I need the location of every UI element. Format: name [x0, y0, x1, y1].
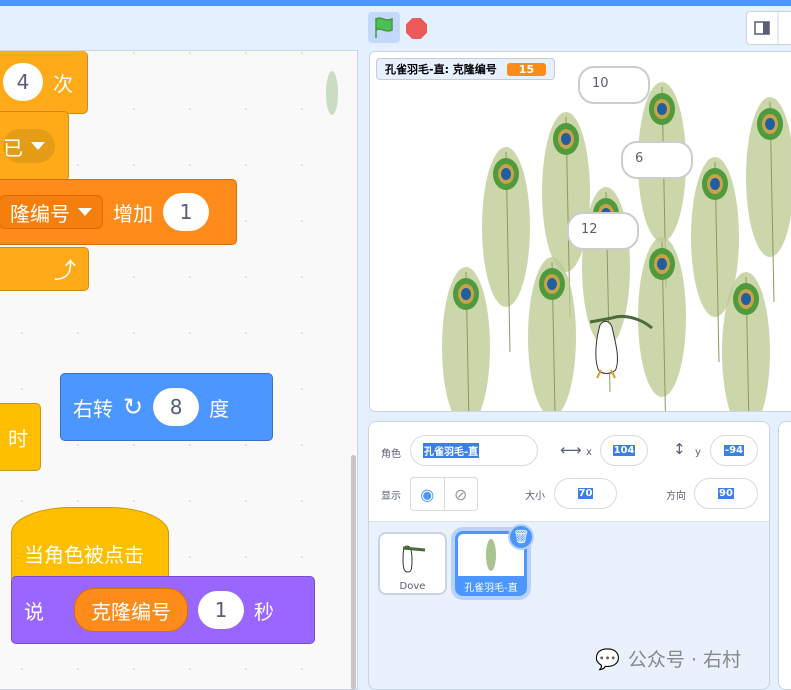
peacock-feather	[442, 267, 490, 411]
show-label: 显示	[381, 491, 401, 502]
stop-block[interactable]: 已	[0, 111, 69, 181]
say-block[interactable]: 说 克隆编号 1 秒	[11, 576, 315, 644]
when-sprite-clicked-block[interactable]: 当角色被点击	[11, 507, 169, 582]
repeat-count-input[interactable]: 4	[3, 63, 43, 101]
feather-thumbnail-icon	[486, 539, 496, 571]
change-value-input[interactable]: 1	[163, 193, 209, 231]
turn-unit: 度	[209, 396, 230, 421]
say-label: 说	[24, 599, 44, 624]
watermark-text: 公众号 · 右村	[627, 649, 742, 671]
turn-label: 右转	[73, 396, 113, 421]
y-label: y	[695, 447, 701, 458]
sprite-name-value: 孔雀羽毛-直	[423, 443, 480, 458]
sprite-name: Dove	[399, 581, 426, 592]
repeat-end-block: ⤴	[0, 247, 89, 291]
visibility-toggle[interactable]: ◉ ⊘	[410, 477, 478, 511]
x-arrows-icon: ⟷	[560, 441, 582, 459]
when-clicked-label: 当角色被点击	[24, 543, 144, 567]
size-label: 大小	[525, 491, 545, 502]
sprite-name-input[interactable]: 孔雀羽毛-直	[410, 435, 538, 466]
feather-sticker-icon	[326, 71, 338, 115]
variable-monitor[interactable]: 孔雀羽毛-直: 克隆编号 15	[376, 58, 556, 80]
direction-input[interactable]: 90	[694, 478, 758, 509]
change-label: 增加	[113, 201, 153, 226]
delete-sprite-button[interactable]: 🗑	[508, 524, 534, 550]
say-seconds-input[interactable]: 1	[198, 591, 244, 629]
small-stage-icon	[754, 12, 779, 46]
peacock-feather	[746, 97, 791, 303]
x-label: x	[586, 447, 592, 458]
dove-thumbnail-icon	[401, 545, 425, 573]
peacock-feather	[482, 147, 530, 353]
monitor-value: 15	[506, 62, 547, 76]
code-area[interactable]: 4 次 已 隆编号 增加 1 ⤴ 时 右转 ↻ 8 度 当角色被点击 说 克隆编…	[0, 50, 358, 690]
change-variable-block[interactable]: 隆编号 增加 1	[0, 179, 237, 245]
chevron-down-icon	[31, 142, 45, 150]
speech-bubble: 10	[578, 66, 650, 104]
direction-label: 方向	[666, 491, 686, 502]
hide-eye-icon[interactable]: ⊘	[445, 478, 478, 510]
watermark: 💬 公众号 · 右村	[595, 645, 741, 672]
menu-bar	[0, 0, 791, 6]
y-input[interactable]: -94	[710, 435, 758, 466]
repeat-suffix: 次	[53, 71, 73, 96]
stop-button[interactable]	[406, 18, 427, 39]
stage-panel-edge	[778, 421, 791, 690]
variable-dropdown[interactable]: 隆编号	[0, 195, 103, 229]
monitor-label: 孔雀羽毛-直: 克隆编号	[385, 63, 497, 76]
speech-bubble: 12	[567, 212, 639, 250]
say-unit: 秒	[254, 599, 274, 624]
trash-icon: 🗑	[512, 529, 530, 545]
rotate-clockwise-icon: ↻	[123, 393, 144, 421]
stop-dropdown[interactable]: 已	[3, 129, 55, 163]
clone-number-reporter[interactable]: 克隆编号	[74, 588, 188, 632]
sprite-name: 孔雀羽毛-直	[464, 583, 518, 594]
y-value: -94	[723, 445, 745, 456]
dove-sprite	[589, 314, 653, 379]
sprite-label: 角色	[381, 449, 401, 460]
stage-layout-buttons[interactable]	[746, 11, 791, 46]
size-input[interactable]: 70	[554, 478, 617, 509]
sprite-thumb-dove[interactable]: Dove	[378, 532, 447, 595]
code-scrollbar[interactable]	[351, 455, 356, 690]
chevron-down-icon	[78, 208, 92, 216]
repeat-block[interactable]: 4 次	[0, 51, 88, 114]
y-arrows-icon: ↕	[673, 440, 686, 458]
hat-text: 时	[8, 426, 28, 451]
direction-value: 90	[718, 488, 734, 499]
turn-right-block[interactable]: 右转 ↻ 8 度	[60, 373, 273, 441]
turn-degrees-input[interactable]: 8	[153, 388, 200, 426]
size-value: 70	[577, 488, 594, 499]
speech-bubble: 6	[621, 141, 693, 179]
loop-arrow-icon: ⤴	[53, 259, 76, 284]
green-flag-icon	[375, 17, 393, 38]
hat-block-partial[interactable]: 时	[0, 403, 41, 471]
show-eye-icon[interactable]: ◉	[411, 478, 445, 510]
peacock-feather	[528, 257, 576, 411]
wechat-icon: 💬	[595, 646, 620, 671]
x-value: 104	[612, 445, 636, 456]
green-flag-button[interactable]	[368, 12, 400, 43]
variable-name: 隆编号	[10, 201, 70, 226]
stage[interactable]: 孔雀羽毛-直: 克隆编号 15 10 6 12	[369, 51, 791, 412]
x-input[interactable]: 104	[600, 435, 648, 466]
stop-text: 已	[3, 135, 23, 160]
